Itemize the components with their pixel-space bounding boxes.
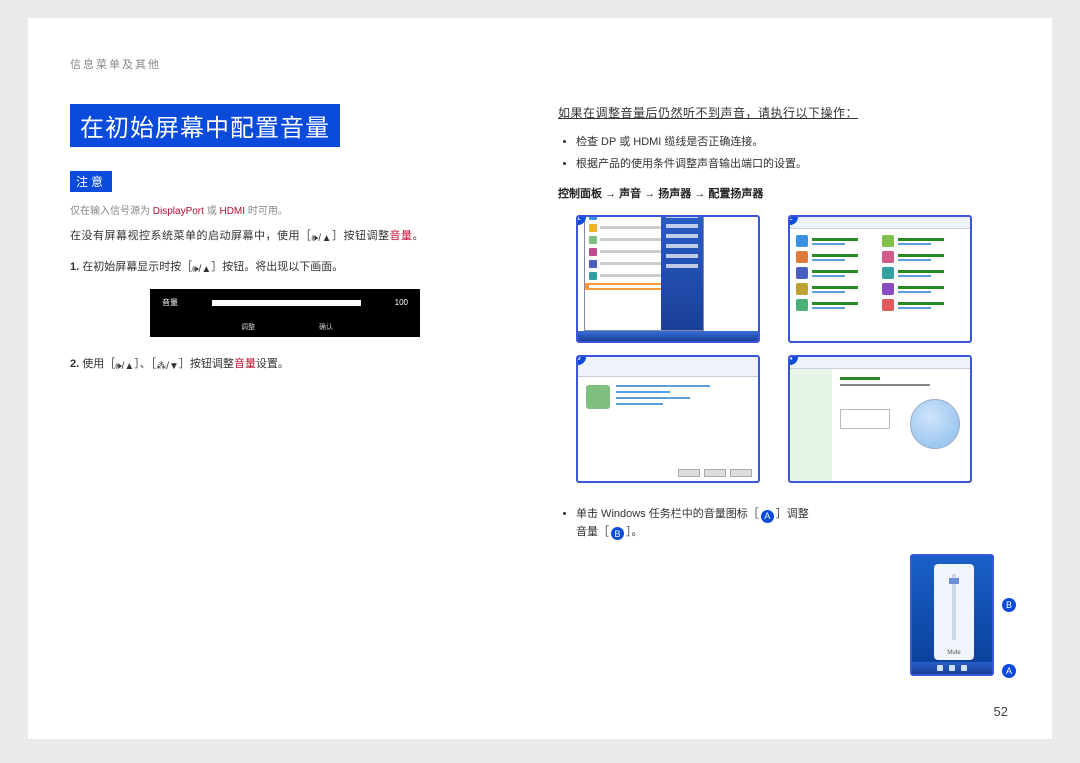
- volume-up-icon: 🕪/▲: [312, 233, 332, 244]
- page-number: 52: [994, 704, 1008, 719]
- breadcrumb: 信息菜单及其他: [70, 56, 1010, 72]
- osd-adjust-hint: 调整: [237, 322, 255, 332]
- document-page: 信息菜单及其他 在初始屏幕中配置音量 注意 仅在输入信号源为 DisplayPo…: [28, 18, 1052, 739]
- step-2: 2. 使用［🕪/▲］、［⁂/▼］按钮调整音量设置。: [70, 355, 500, 372]
- bullet-list: 检查 DP 或 HDMI 缆线是否正确连接。 根据产品的使用条件调整声音输出端口…: [558, 133, 1010, 171]
- volume-popup-figure: Mute B A: [910, 554, 996, 676]
- osd-label: 音量: [162, 297, 178, 308]
- menu-down-icon: ⁂/▼: [156, 361, 179, 372]
- taskbar-tray: [912, 662, 992, 674]
- callout-b-marker: B: [1002, 598, 1016, 612]
- callout-line: 单击 Windows 任务栏中的音量图标［A］调整 音量［B］。: [576, 505, 1010, 540]
- right-column: 如果在调整音量后仍然听不到声音，请执行以下操作： 检查 DP 或 HDMI 缆线…: [558, 104, 1010, 676]
- screenshot-4-speaker-config: 4: [788, 355, 972, 483]
- step-1: 1. 在初始屏幕显示时按［🕪/▲］按钮。将出现以下画面。: [70, 258, 500, 275]
- callout-a-marker: A: [1002, 664, 1016, 678]
- osd-volume-bar: [212, 300, 361, 306]
- volume-up-icon: 🕪/▲: [192, 264, 211, 275]
- screenshot-grid: 1 2: [576, 215, 1010, 483]
- intro-line: 在没有屏幕视控系统菜单的启动屏幕中，使用［🕪/▲］按钮调整音量。: [70, 227, 500, 244]
- speaker-tray-icon: [949, 665, 955, 671]
- osd-confirm-hint: 确认: [315, 322, 333, 332]
- callout-b-icon: B: [611, 527, 624, 540]
- bullet-item: 根据产品的使用条件调整声音输出端口的设置。: [576, 155, 1010, 171]
- screenshot-3-sound-dialog: 3: [576, 355, 760, 483]
- screenshot-2-control-panel: 2: [788, 215, 972, 343]
- osd-volume-panel: 音量 100 调整 确认: [150, 289, 420, 337]
- note-badge: 注意: [70, 171, 112, 192]
- section-heading: 如果在调整音量后仍然听不到声音，请执行以下操作：: [558, 104, 1010, 121]
- left-column: 在初始屏幕中配置音量 注意 仅在输入信号源为 DisplayPort 或 HDM…: [70, 104, 500, 676]
- content-columns: 在初始屏幕中配置音量 注意 仅在输入信号源为 DisplayPort 或 HDM…: [70, 104, 1010, 676]
- bullet-item: 检查 DP 或 HDMI 缆线是否正确连接。: [576, 133, 1010, 149]
- callout-text: 单击 Windows 任务栏中的音量图标［A］调整 音量［B］。: [558, 505, 1010, 540]
- mute-label: Mute: [934, 650, 974, 656]
- availability-note: 仅在输入信号源为 DisplayPort 或 HDMI 时可用。: [70, 202, 500, 217]
- page-title: 在初始屏幕中配置音量: [70, 104, 340, 147]
- screenshot-1-start-menu: 1: [576, 215, 760, 343]
- osd-value: 100: [395, 298, 408, 307]
- callout-a-icon: A: [761, 510, 774, 523]
- volume-up-icon: 🕪/▲: [115, 361, 134, 372]
- navigation-path: 控制面板 → 声音 → 扬声器 → 配置扬声器: [558, 185, 1010, 201]
- volume-slider: Mute: [934, 564, 974, 660]
